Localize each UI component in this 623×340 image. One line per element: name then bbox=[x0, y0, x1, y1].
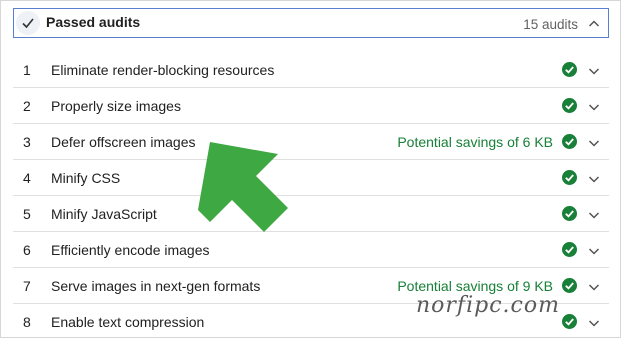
audit-number: 8 bbox=[23, 314, 31, 330]
audit-title: Enable text compression bbox=[51, 314, 205, 330]
potential-savings: Potential savings of 6 KB bbox=[397, 134, 553, 150]
chevron-down-icon[interactable] bbox=[588, 280, 600, 292]
audit-row[interactable]: 6 Efficiently encode images bbox=[13, 232, 609, 268]
audit-number: 6 bbox=[23, 242, 31, 258]
audit-number: 1 bbox=[23, 62, 31, 78]
chevron-down-icon[interactable] bbox=[588, 136, 600, 148]
audit-title: Minify CSS bbox=[51, 170, 121, 186]
audit-title: Minify JavaScript bbox=[51, 206, 157, 222]
audit-title: Defer offscreen images bbox=[51, 134, 196, 150]
audit-title: Serve images in next-gen formats bbox=[51, 278, 261, 294]
chevron-up-icon[interactable] bbox=[588, 17, 600, 29]
watermark: norfipc.com bbox=[416, 293, 560, 318]
pass-check-icon bbox=[562, 98, 577, 113]
header-title: Passed audits bbox=[46, 14, 141, 30]
pass-check-icon bbox=[562, 206, 577, 221]
audit-number: 7 bbox=[23, 278, 31, 294]
chevron-down-icon[interactable] bbox=[588, 172, 600, 184]
chevron-down-icon[interactable] bbox=[588, 244, 600, 256]
audit-row[interactable]: 1 Eliminate render-blocking resources bbox=[13, 52, 609, 88]
audit-number: 2 bbox=[23, 98, 31, 114]
passed-audits-header[interactable]: Passed audits 15 audits bbox=[13, 8, 609, 38]
audit-title: Eliminate render-blocking resources bbox=[51, 62, 275, 78]
pass-check-icon bbox=[562, 314, 577, 329]
audit-count: 15 audits bbox=[523, 17, 578, 32]
audit-row[interactable]: 5 Minify JavaScript bbox=[13, 196, 609, 232]
pass-check-icon bbox=[562, 62, 577, 77]
chevron-down-icon[interactable] bbox=[588, 64, 600, 76]
audit-number: 3 bbox=[23, 134, 31, 150]
checkmark-icon bbox=[16, 11, 40, 35]
chevron-down-icon[interactable] bbox=[588, 208, 600, 220]
audit-row[interactable]: 3 Defer offscreen images Potential savings… bbox=[13, 124, 609, 160]
chevron-down-icon[interactable] bbox=[588, 100, 600, 112]
audit-title: Properly size images bbox=[51, 98, 181, 114]
audit-number: 5 bbox=[23, 206, 31, 222]
audit-row[interactable]: 4 Minify CSS bbox=[13, 160, 609, 196]
audit-title: Efficiently encode images bbox=[51, 242, 210, 258]
potential-savings: Potential savings of 9 KB bbox=[397, 278, 553, 294]
audit-number: 4 bbox=[23, 170, 31, 186]
pass-check-icon bbox=[562, 170, 577, 185]
chevron-down-icon[interactable] bbox=[588, 316, 600, 328]
pass-check-icon bbox=[562, 134, 577, 149]
pass-check-icon bbox=[562, 278, 577, 293]
arrow-pointer-icon bbox=[198, 142, 288, 232]
pass-check-icon bbox=[562, 242, 577, 257]
audit-row[interactable]: 2 Properly size images bbox=[13, 88, 609, 124]
